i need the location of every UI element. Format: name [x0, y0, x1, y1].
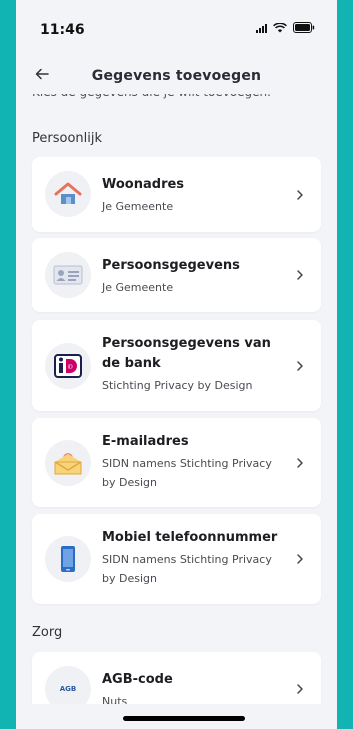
chevron-right-icon: [297, 684, 303, 694]
chevron-right-icon: [297, 190, 303, 200]
status-bar: 11:46: [16, 0, 337, 56]
top-nav: Gegevens toevoegen: [16, 56, 337, 94]
item-title: Mobiel telefoonnummer: [102, 530, 278, 545]
item-subtitle: Je Gemeente: [102, 281, 174, 294]
list-item-mobiel-telefoonnummer[interactable]: Mobiel telefoonnummer SIDN namens Sticht…: [32, 514, 321, 604]
list-item-woonadres[interactable]: Woonadres Je Gemeente: [32, 157, 321, 232]
list-item-persoonsgegevens[interactable]: Persoonsgegevens Je Gemeente: [32, 238, 321, 312]
list-item-e-mailadres[interactable]: E-mailadres SIDN namens Stichting Privac…: [32, 418, 321, 507]
home-indicator[interactable]: [123, 716, 245, 721]
phone-icon: [45, 536, 91, 582]
signal-icon: [256, 23, 267, 33]
house-icon: [45, 171, 91, 217]
ideal-bank-icon: iD: [45, 343, 91, 389]
section-title-persoonlijk: Persoonlijk: [32, 131, 103, 146]
page-title: Gegevens toevoegen: [91, 68, 262, 84]
list-item-persoonsgegevens-bank[interactable]: iD Persoonsgegevens van de bank Stichtin…: [32, 320, 321, 411]
item-title: E-mailadres: [102, 434, 189, 449]
item-title: Woonadres: [102, 177, 185, 192]
item-subtitle: Stichting Privacy by Design: [102, 379, 253, 392]
svg-text:iD: iD: [68, 365, 73, 371]
phone-screen: 11:46 Kies de gegevens die je wilt toevo…: [16, 0, 337, 729]
section-title-zorg: Zorg: [32, 625, 63, 640]
chevron-right-icon: [297, 458, 303, 468]
status-time: 11:46: [40, 22, 85, 38]
item-title: AGB-code: [102, 672, 173, 687]
id-card-icon: [45, 252, 91, 298]
item-subtitle: SIDN namens Stichting Privacy by Design: [102, 457, 272, 489]
item-title: Persoonsgegevens: [102, 258, 240, 273]
chevron-right-icon: [297, 554, 303, 564]
item-subtitle: SIDN namens Stichting Privacy by Design: [102, 553, 272, 585]
chevron-right-icon: [297, 361, 303, 371]
wifi-icon: [273, 22, 287, 33]
battery-icon: [293, 22, 315, 33]
status-icons: [256, 22, 315, 33]
chevron-right-icon: [297, 270, 303, 280]
item-subtitle: Je Gemeente: [102, 200, 174, 213]
item-title: Persoonsgegevens van de bank: [102, 336, 271, 371]
envelope-icon: [45, 440, 91, 486]
